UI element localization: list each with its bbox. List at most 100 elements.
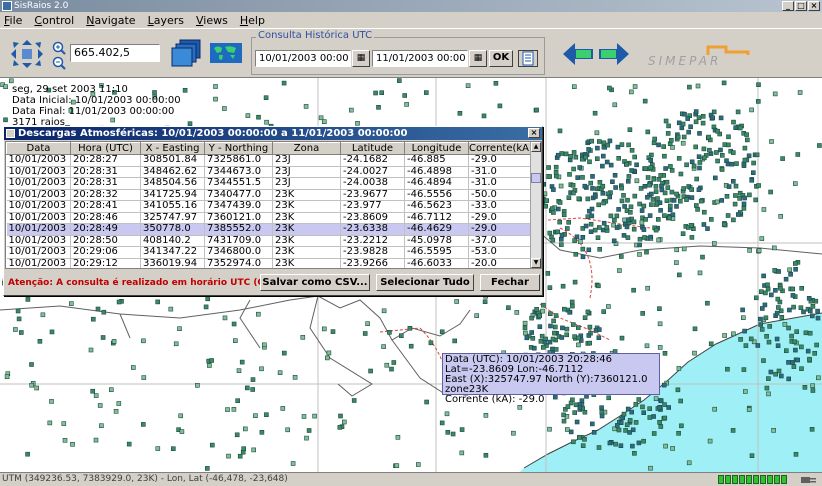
maximize-button[interactable]: □: [795, 1, 807, 11]
table-cell: 10/01/2003: [6, 212, 71, 224]
table-row[interactable]: 10/01/2003 20:28:50 408140.2 7431709.0 23K -2…: [6, 235, 533, 247]
dialog-title-bar[interactable]: Descargas Atmosféricas: 10/01/2003 00:00…: [4, 127, 542, 140]
save-csv-button[interactable]: Salvar como CSV...: [260, 274, 370, 291]
column-header[interactable]: Corrente(kA): [468, 142, 533, 155]
calendar-from-button[interactable]: ▦: [352, 50, 370, 67]
column-header[interactable]: Latitude: [340, 142, 405, 155]
select-all-button[interactable]: Selecionar Tudo: [376, 274, 474, 291]
app-icon: [2, 1, 12, 11]
table-row[interactable]: 10/01/2003 20:28:27 308501.84 7325861.0 23J -…: [6, 154, 533, 167]
back-arrow-icon[interactable]: [563, 43, 593, 65]
table-cell: -37.0: [468, 235, 533, 247]
column-header[interactable]: Hora (UTC): [70, 142, 141, 155]
menu-views[interactable]: Views: [196, 14, 228, 27]
initial-date-label: Data Inicial: 10/01/2003 00:00:00: [12, 95, 181, 106]
final-date-label: Data Final: 11/01/2003 00:00:00: [12, 106, 175, 117]
column-header[interactable]: X - Easting: [140, 142, 205, 155]
current-datetime: seg, 29 set 2003 11:10: [12, 84, 128, 95]
table-cell: -23.977: [340, 200, 405, 213]
ok-button[interactable]: OK: [489, 50, 513, 67]
table-cell: 23J: [272, 154, 341, 167]
menu-help[interactable]: Help: [240, 14, 265, 27]
pan-arrows-icon[interactable]: [10, 39, 44, 69]
table-cell: 23J: [272, 166, 341, 178]
table-cell: 20:29:06: [70, 246, 141, 259]
scroll-thumb[interactable]: [531, 173, 541, 183]
scroll-up-icon[interactable]: ▲: [531, 142, 541, 152]
table-cell: 20:28:32: [70, 189, 141, 201]
map-info: seg, 29 set 2003 11:10 Data Inicial: 10/…: [12, 84, 181, 128]
zoom-out-icon[interactable]: [52, 56, 66, 70]
column-header[interactable]: Longitude: [404, 142, 469, 155]
table-cell: 408140.2: [140, 235, 205, 247]
table-row[interactable]: 10/01/2003 20:28:31 348504.56 7344551.5 23J -…: [6, 177, 533, 190]
scroll-down-icon[interactable]: ▼: [531, 258, 541, 268]
table-row[interactable]: 10/01/2003 20:28:49 350778.0 7385552.0 23K -2…: [6, 223, 533, 236]
table-cell: 23K: [272, 223, 341, 236]
date-to-field[interactable]: 11/01/2003 00:00: [372, 50, 468, 67]
table-cell: -31.0: [468, 177, 533, 190]
table-cell: -24.0038: [340, 177, 405, 190]
table-cell: 23K: [272, 235, 341, 247]
simepar-logo-text: SIMEPAR: [648, 54, 722, 68]
column-header[interactable]: Zona: [272, 142, 341, 155]
zoom-in-icon[interactable]: [52, 41, 66, 55]
table-cell: 23K: [272, 246, 341, 259]
table-row[interactable]: 10/01/2003 20:28:46 325747.97 7360121.0 23K -…: [6, 212, 533, 224]
table-cell: -24.1682: [340, 154, 405, 167]
table-cell: 7431709.0: [204, 235, 273, 247]
plug-icon: [801, 477, 816, 483]
tooltip-utm: East (X):325747.97 North (Y):7360121.0 z…: [445, 374, 648, 395]
menu-navigate[interactable]: Navigate: [86, 14, 135, 27]
table-cell: 20:28:50: [70, 235, 141, 247]
table-row[interactable]: 10/01/2003 20:28:31 348462.62 7344673.0 23J -…: [6, 166, 533, 178]
table-row[interactable]: 10/01/2003 20:28:32 341725.94 7340477.0 23K -…: [6, 189, 533, 201]
table-cell: -23.8609: [340, 212, 405, 224]
menu-layers[interactable]: Layers: [148, 14, 184, 27]
table-row[interactable]: 10/01/2003 20:29:06 341347.22 7346800.0 23K -…: [6, 246, 533, 259]
tooltip-current: Corrente (kA): -29.0: [445, 394, 545, 405]
discharges-table-container: Data Hora (UTC) X - Easting Y - Northing Zon…: [5, 141, 542, 269]
date-from-field[interactable]: 10/01/2003 00:00: [255, 50, 351, 67]
column-header[interactable]: Data: [6, 142, 71, 155]
calendar-to-button[interactable]: ▦: [469, 50, 487, 67]
table-cell: 341055.16: [140, 200, 205, 213]
table-cell: 20:28:27: [70, 154, 141, 167]
table-cell: 341347.22: [140, 246, 205, 259]
column-header[interactable]: Y - Northing: [204, 142, 273, 155]
menu-control[interactable]: Control: [34, 14, 74, 27]
minimize-button[interactable]: _: [782, 1, 794, 11]
forward-arrow-icon[interactable]: [599, 43, 629, 65]
discharges-dialog: Descargas Atmosféricas: 10/01/2003 00:00…: [3, 126, 543, 296]
table-cell: 10/01/2003: [6, 166, 71, 178]
close-dialog-button[interactable]: Fechar: [480, 274, 540, 291]
table-cell: -31.0: [468, 166, 533, 178]
status-coordinates: UTM (349236.53, 7383929.0, 23K) - Lon, L…: [2, 474, 288, 484]
table-row[interactable]: 10/01/2003 20:28:41 341055.16 7347439.0 23K -…: [6, 200, 533, 213]
world-map-icon[interactable]: [210, 43, 242, 63]
scale-input[interactable]: 665.402,5: [70, 44, 160, 62]
table-cell: -23.6338: [340, 223, 405, 236]
table-row[interactable]: 10/01/2003 20:29:12 336019.94 7352974.0 23K -…: [6, 258, 533, 268]
table-cell: 20:28:46: [70, 212, 141, 224]
dialog-app-icon: [6, 129, 15, 138]
menu-file[interactable]: File: [4, 14, 22, 27]
dialog-title: Descargas Atmosféricas: 10/01/2003 00:00…: [18, 128, 408, 139]
table-cell: 7344673.0: [204, 166, 273, 178]
layers-icon[interactable]: [170, 39, 204, 69]
table-view-icon[interactable]: [518, 50, 538, 67]
table-cell: 10/01/2003: [6, 223, 71, 236]
window-title: SisRaios 2.0: [14, 1, 69, 11]
table-cell: -24.0027: [340, 166, 405, 178]
table-vertical-scrollbar[interactable]: ▲ ▼: [530, 142, 541, 268]
table-cell: -46.4629: [404, 223, 469, 236]
dialog-close-icon[interactable]: ×: [528, 128, 540, 138]
table-cell: 10/01/2003: [6, 200, 71, 213]
table-cell: 7360121.0: [204, 212, 273, 224]
table-cell: 20:28:31: [70, 177, 141, 190]
table-cell: -23.9828: [340, 246, 405, 259]
table-cell: 7347439.0: [204, 200, 273, 213]
table-cell: 348504.56: [140, 177, 205, 190]
table-cell: 20:28:41: [70, 200, 141, 213]
close-window-button[interactable]: ×: [808, 1, 820, 11]
